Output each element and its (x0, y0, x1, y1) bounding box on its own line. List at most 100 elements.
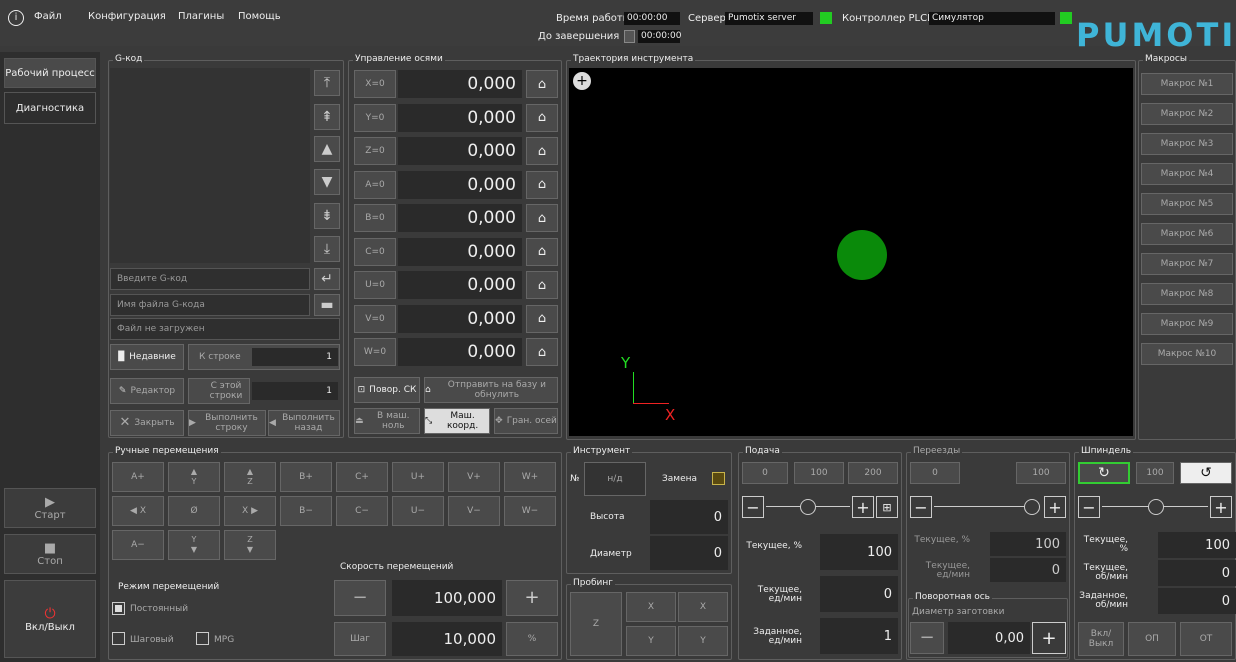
home-icon[interactable]: ⌂ (526, 103, 558, 132)
macro-button[interactable]: Макрос №4 (1141, 163, 1233, 185)
jog-button[interactable]: ▲ Z (224, 462, 276, 492)
home-icon[interactable]: ⌂ (526, 304, 558, 333)
zero-axis-button[interactable]: U=0 (354, 271, 396, 299)
home-icon[interactable]: ⌂ (526, 271, 558, 299)
probe-y1-button[interactable]: Y (626, 626, 676, 656)
jog-button[interactable]: C+ (336, 462, 388, 492)
scroll-top-icon[interactable]: ⤒ (314, 70, 340, 96)
jog-button[interactable]: Ø (168, 496, 220, 526)
feed-lock-icon[interactable]: ⊞ (876, 496, 898, 518)
axis-limits-button[interactable]: ✥ Гран. осей (494, 408, 558, 434)
spindle-ot-button[interactable]: ОТ (1180, 622, 1232, 656)
menu-help[interactable]: Помощь (238, 11, 281, 22)
feed-0-button[interactable]: 0 (742, 462, 788, 484)
run-back-button[interactable]: ◀ Выполнить назад (268, 410, 340, 436)
spindle-100-button[interactable]: 100 (1136, 462, 1174, 484)
to-machine-zero-button[interactable]: ⏏ В маш. ноль (354, 408, 420, 434)
to-line-input[interactable]: 1 (252, 348, 338, 366)
info-icon[interactable]: i (8, 10, 24, 26)
rapid-slider[interactable] (934, 496, 1040, 518)
tool-change-checkbox[interactable] (712, 472, 725, 485)
probe-x2-button[interactable]: X (678, 592, 728, 622)
spindle-onoff-button[interactable]: Вкл/ Выкл (1078, 622, 1124, 656)
probe-y2-button[interactable]: Y (678, 626, 728, 656)
recent-button[interactable]: ▉ Недавние (110, 344, 184, 370)
macro-button[interactable]: Макрос №6 (1141, 223, 1233, 245)
zero-axis-button[interactable]: B=0 (354, 204, 396, 232)
scroll-bottom-icon[interactable]: ⤓ (314, 236, 340, 262)
macro-button[interactable]: Макрос №3 (1141, 133, 1233, 155)
jog-button[interactable]: ▲ Y (168, 462, 220, 492)
nav-workflow[interactable]: Рабочий процесс (4, 58, 96, 88)
jog-button[interactable]: W+ (504, 462, 556, 492)
folder-icon[interactable]: ▬ (314, 294, 340, 316)
zero-axis-button[interactable]: V=0 (354, 304, 396, 333)
from-line-input[interactable]: 1 (252, 382, 338, 400)
stop-button[interactable]: ■ Стоп (4, 534, 96, 574)
macro-button[interactable]: Макрос №8 (1141, 283, 1233, 305)
jog-button[interactable]: Y ▼ (168, 530, 220, 560)
macro-button[interactable]: Макрос №7 (1141, 253, 1233, 275)
rotary-plus-button[interactable]: + (1032, 622, 1066, 654)
gcode-viewer[interactable] (110, 68, 310, 263)
spindle-plus-button[interactable]: + (1210, 496, 1232, 518)
gcode-input[interactable]: Введите G-код (110, 268, 310, 290)
jog-button[interactable]: U− (392, 496, 444, 526)
feed-100-button[interactable]: 100 (794, 462, 844, 484)
menu-file[interactable]: Файл (34, 11, 62, 22)
rapid-0-button[interactable]: 0 (910, 462, 960, 484)
jog-button[interactable]: W− (504, 496, 556, 526)
percent-button[interactable]: % (506, 622, 558, 656)
home-icon[interactable]: ⌂ (526, 338, 558, 366)
feed-plus-button[interactable]: + (852, 496, 874, 518)
line-up-icon[interactable]: ▲ (314, 136, 340, 162)
spindle-ccw-icon[interactable]: ↻ (1078, 462, 1130, 484)
menu-config[interactable]: Конфигурация (88, 11, 166, 22)
home-icon[interactable]: ⌂ (526, 137, 558, 165)
page-down-icon[interactable]: ⇟ (314, 203, 340, 229)
step-button[interactable]: Шаг (334, 622, 386, 656)
mpg-checkbox[interactable] (196, 632, 209, 645)
run-line-button[interactable]: ▶ Выполнить строку (188, 410, 266, 436)
page-up-icon[interactable]: ⇞ (314, 104, 340, 130)
probe-x1-button[interactable]: X (626, 592, 676, 622)
line-down-icon[interactable]: ▼ (314, 169, 340, 195)
jog-button[interactable]: U+ (392, 462, 444, 492)
spindle-slider[interactable] (1102, 496, 1208, 518)
zero-axis-button[interactable]: Z=0 (354, 137, 396, 165)
macro-button[interactable]: Макрос №2 (1141, 103, 1233, 125)
rapid-minus-button[interactable]: − (910, 496, 932, 518)
constant-radio[interactable] (112, 602, 125, 615)
macro-button[interactable]: Макрос №10 (1141, 343, 1233, 365)
jog-button[interactable]: A− (112, 530, 164, 560)
send-base-button[interactable]: ⌂ Отправить на базу и обнулить (424, 377, 558, 403)
rapid-plus-button[interactable]: + (1044, 496, 1066, 518)
probe-z-button[interactable]: Z (570, 592, 622, 656)
feed-slider[interactable] (766, 496, 850, 518)
rotary-minus-button[interactable]: − (910, 622, 944, 654)
jog-button[interactable]: V+ (448, 462, 500, 492)
feed-minus-button[interactable]: − (742, 496, 764, 518)
macro-button[interactable]: Макрос №1 (1141, 73, 1233, 95)
zero-axis-button[interactable]: W=0 (354, 338, 396, 366)
zero-axis-button[interactable]: Y=0 (354, 103, 396, 132)
spindle-minus-button[interactable]: − (1078, 496, 1100, 518)
rotate-cs-button[interactable]: ⊡ Повор. СК (354, 377, 420, 403)
spindle-op-button[interactable]: ОП (1128, 622, 1176, 656)
macro-button[interactable]: Макрос №5 (1141, 193, 1233, 215)
spindle-cw-icon[interactable]: ↺ (1180, 462, 1232, 484)
zero-axis-button[interactable]: A=0 (354, 170, 396, 199)
home-icon[interactable]: ⌂ (526, 170, 558, 199)
power-button[interactable]: ⏻ Вкл/Выкл (4, 580, 96, 658)
jog-button[interactable]: C− (336, 496, 388, 526)
zero-axis-button[interactable]: C=0 (354, 237, 396, 266)
machine-coords-button[interactable]: ⤡ Маш. коорд. (424, 408, 490, 434)
zero-axis-button[interactable]: X=0 (354, 70, 396, 98)
jog-button[interactable]: X ▶ (224, 496, 276, 526)
jog-button[interactable]: B+ (280, 462, 332, 492)
start-button[interactable]: ▶ Старт (4, 488, 96, 528)
gcode-filename[interactable]: Имя файла G-кода (110, 294, 310, 316)
rapid-100-button[interactable]: 100 (1016, 462, 1066, 484)
step-checkbox[interactable] (112, 632, 125, 645)
nav-diagnostics[interactable]: Диагностика (4, 92, 96, 124)
